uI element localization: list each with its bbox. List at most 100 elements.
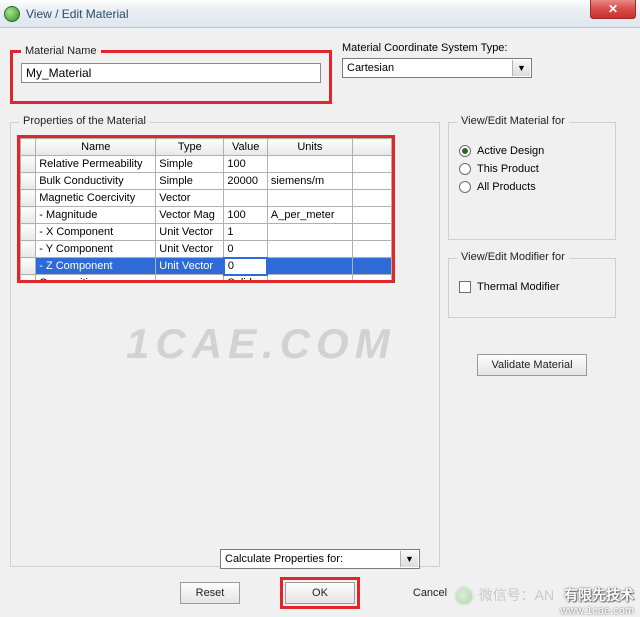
chevron-down-icon: ▼	[512, 60, 530, 76]
cell-value[interactable]: 0	[224, 241, 268, 258]
cell-type[interactable]: Unit Vector	[156, 258, 224, 275]
titlebar: View / Edit Material ✕	[0, 0, 640, 28]
rowhead-blank	[21, 139, 36, 156]
cell-units[interactable]	[267, 190, 352, 207]
col-extra[interactable]	[352, 139, 391, 156]
cell-units[interactable]	[267, 156, 352, 173]
cell-type[interactable]: Vector	[156, 190, 224, 207]
col-value[interactable]: Value	[224, 139, 268, 156]
cell-name[interactable]: - Z Component	[36, 258, 156, 275]
cell-name[interactable]: - X Component	[36, 224, 156, 241]
ok-highlight: OK	[280, 577, 360, 609]
cell-type[interactable]: Simple	[156, 156, 224, 173]
cell-extra[interactable]	[352, 173, 391, 190]
radio-label: Active Design	[477, 145, 544, 157]
cell-extra[interactable]	[352, 224, 391, 241]
cell-value[interactable]: 20000	[224, 173, 268, 190]
cell-extra[interactable]	[352, 275, 391, 284]
properties-group: Properties of the Material Name Type Val…	[10, 122, 440, 567]
view-edit-for-legend: View/Edit Material for	[457, 115, 569, 127]
radio-label: All Products	[477, 181, 536, 193]
rowhead[interactable]	[21, 224, 36, 241]
cell-type[interactable]	[156, 275, 224, 284]
rowhead[interactable]	[21, 173, 36, 190]
cell-name[interactable]: - Y Component	[36, 241, 156, 258]
thermal-modifier-checkbox[interactable]	[459, 281, 471, 293]
properties-table[interactable]: Name Type Value Units Relative Permeabil…	[20, 138, 392, 283]
cell-units[interactable]: siemens/m	[267, 173, 352, 190]
modifier-group: View/Edit Modifier for Thermal Modifier	[448, 258, 616, 318]
radio-option[interactable]: All Products	[459, 181, 605, 193]
cell-units[interactable]: A_per_meter	[267, 207, 352, 224]
coord-type-select[interactable]: Cartesian ▼	[342, 58, 532, 78]
cell-type[interactable]: Simple	[156, 173, 224, 190]
col-type[interactable]: Type	[156, 139, 224, 156]
ok-button[interactable]: OK	[285, 582, 355, 604]
thermal-modifier-label: Thermal Modifier	[477, 281, 560, 293]
cell-units[interactable]	[267, 224, 352, 241]
material-name-input[interactable]	[21, 63, 321, 83]
app-icon	[4, 6, 20, 22]
material-name-group: Material Name	[10, 50, 332, 104]
table-row[interactable]: - Y ComponentUnit Vector0	[21, 241, 392, 258]
coord-type-value: Cartesian	[347, 62, 394, 74]
rowhead[interactable]	[21, 275, 36, 284]
radio-option[interactable]: Active Design	[459, 145, 605, 157]
cell-units[interactable]	[267, 275, 352, 284]
calculate-properties-label: Calculate Properties for:	[225, 553, 343, 565]
cell-name[interactable]: Relative Permeability	[36, 156, 156, 173]
table-row[interactable]: Bulk ConductivitySimple20000siemens/m	[21, 173, 392, 190]
cell-name[interactable]: Bulk Conductivity	[36, 173, 156, 190]
properties-table-frame: Name Type Value Units Relative Permeabil…	[17, 135, 395, 283]
cell-value[interactable]: 0	[224, 258, 268, 275]
cell-value[interactable]: Solid	[224, 275, 268, 284]
cell-type[interactable]: Vector Mag	[156, 207, 224, 224]
coord-type-label: Material Coordinate System Type:	[342, 42, 630, 54]
table-row[interactable]: - Z ComponentUnit Vector0	[21, 258, 392, 275]
radio-icon[interactable]	[459, 181, 471, 193]
table-header-row: Name Type Value Units	[21, 139, 392, 156]
cell-extra[interactable]	[352, 241, 391, 258]
cell-value[interactable]	[224, 190, 268, 207]
material-name-label: Material Name	[21, 45, 101, 57]
rowhead[interactable]	[21, 156, 36, 173]
radio-icon[interactable]	[459, 163, 471, 175]
rowhead[interactable]	[21, 258, 36, 275]
cell-value[interactable]: 100	[224, 156, 268, 173]
table-row[interactable]: - X ComponentUnit Vector1	[21, 224, 392, 241]
cell-extra[interactable]	[352, 190, 391, 207]
cell-extra[interactable]	[352, 207, 391, 224]
cell-extra[interactable]	[352, 156, 391, 173]
col-units[interactable]: Units	[267, 139, 352, 156]
close-icon: ✕	[608, 2, 618, 16]
validate-material-button[interactable]: Validate Material	[477, 354, 587, 376]
col-name[interactable]: Name	[36, 139, 156, 156]
radio-option[interactable]: This Product	[459, 163, 605, 175]
properties-legend: Properties of the Material	[19, 115, 150, 127]
cell-name[interactable]: - Magnitude	[36, 207, 156, 224]
table-row[interactable]: Composition Solid	[21, 275, 392, 284]
close-button[interactable]: ✕	[590, 0, 636, 19]
table-row[interactable]: - MagnitudeVector Mag100A_per_meter	[21, 207, 392, 224]
cell-value[interactable]: 100	[224, 207, 268, 224]
cell-type[interactable]: Unit Vector	[156, 241, 224, 258]
cancel-button[interactable]: Cancel	[400, 583, 460, 603]
rowhead[interactable]	[21, 241, 36, 258]
cell-name[interactable]: Composition	[36, 275, 156, 284]
cell-type[interactable]: Unit Vector	[156, 224, 224, 241]
table-row[interactable]: Relative PermeabilitySimple100	[21, 156, 392, 173]
radio-label: This Product	[477, 163, 539, 175]
window-title: View / Edit Material	[26, 7, 129, 21]
cell-value[interactable]: 1	[224, 224, 268, 241]
reset-button[interactable]: Reset	[180, 582, 240, 604]
rowhead[interactable]	[21, 190, 36, 207]
table-row[interactable]: Magnetic CoercivityVector	[21, 190, 392, 207]
radio-icon[interactable]	[459, 145, 471, 157]
calculate-properties-select[interactable]: Calculate Properties for: ▼	[220, 549, 420, 569]
view-edit-for-group: View/Edit Material for Active DesignThis…	[448, 122, 616, 240]
cell-units[interactable]	[267, 241, 352, 258]
cell-extra[interactable]	[352, 258, 391, 275]
cell-name[interactable]: Magnetic Coercivity	[36, 190, 156, 207]
rowhead[interactable]	[21, 207, 36, 224]
cell-units[interactable]	[267, 258, 352, 275]
